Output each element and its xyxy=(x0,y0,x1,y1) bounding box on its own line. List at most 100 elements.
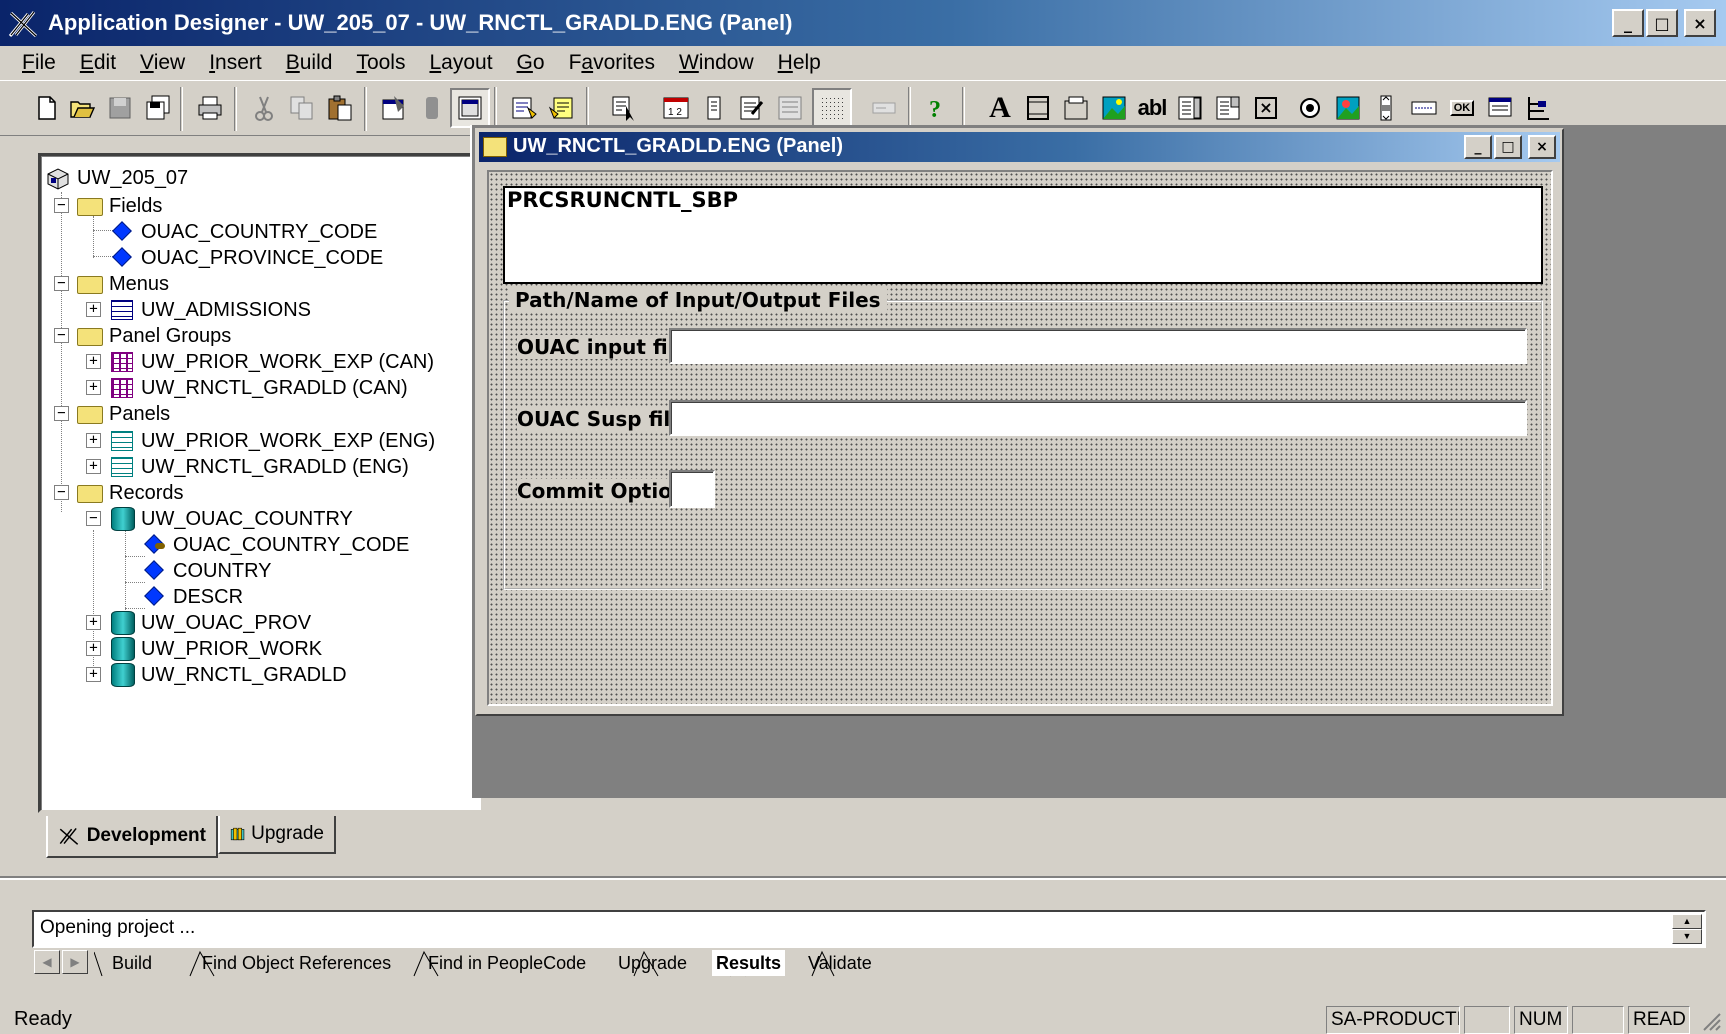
tree-item-record[interactable]: UW_RNCTL_GRADLD xyxy=(109,661,347,689)
output-tab-validate[interactable]: Validate xyxy=(808,950,872,976)
tree-item-field[interactable]: OUAC_PROVINCE_CODE xyxy=(109,244,383,272)
tree-item-record-field-key[interactable]: OUAC_COUNTRY_CODE xyxy=(141,531,409,559)
minimize-button[interactable]: _ xyxy=(1612,9,1644,37)
group-box-tool-button[interactable] xyxy=(1056,88,1096,128)
menu-insert[interactable]: Insert xyxy=(197,51,274,75)
chart-tool-button[interactable] xyxy=(1328,88,1368,128)
output-window[interactable]: Opening project ... ▲ ▼ xyxy=(32,910,1706,948)
test-panel-button[interactable] xyxy=(732,88,772,128)
radio-button-tool-button[interactable] xyxy=(1290,88,1330,128)
tree-folder-panels[interactable]: Panels xyxy=(77,400,170,428)
panel-window-title-bar[interactable]: UW_RNCTL_GRADLD.ENG (Panel) _ □ × xyxy=(479,132,1560,162)
expand-toggle[interactable]: + xyxy=(86,380,101,395)
expand-toggle[interactable]: + xyxy=(86,641,101,656)
scroll-down-icon[interactable]: ▼ xyxy=(1672,929,1702,944)
tree-item-field[interactable]: OUAC_COUNTRY_CODE xyxy=(109,218,377,246)
expand-toggle[interactable]: + xyxy=(86,615,101,630)
help-button[interactable]: ? xyxy=(916,88,956,128)
menu-view[interactable]: View xyxy=(128,51,197,75)
output-tab-find-object-references[interactable]: Find Object References xyxy=(202,950,391,976)
menu-help[interactable]: Help xyxy=(766,51,833,75)
peoplecode-button[interactable] xyxy=(412,88,452,128)
checkbox-tool-button[interactable]: × xyxy=(1246,88,1286,128)
menu-edit[interactable]: Edit xyxy=(68,51,128,75)
secondary-panel-tool-button[interactable] xyxy=(1480,88,1520,128)
collapse-panels-toggle[interactable]: − xyxy=(54,406,69,421)
panel-layout-button[interactable] xyxy=(770,88,810,128)
collapse-record-toggle[interactable]: − xyxy=(86,511,101,526)
expand-toggle[interactable]: + xyxy=(86,302,101,317)
panel-editor-window[interactable]: UW_RNCTL_GRADLD.ENG (Panel) _ □ × PRCSRU… xyxy=(475,128,1564,716)
project-tree[interactable]: UW_205_07 − Fields OUAC_COUNTRY_CODE OUA… xyxy=(38,153,484,813)
close-button[interactable]: × xyxy=(1684,9,1716,37)
output-splitter[interactable] xyxy=(0,876,1726,880)
collapse-panel-groups-toggle[interactable]: − xyxy=(54,328,69,343)
menu-go[interactable]: Go xyxy=(505,51,557,75)
ouac-input-file-field[interactable] xyxy=(669,328,1527,364)
tree-folder-fields[interactable]: Fields xyxy=(77,192,162,220)
new-button[interactable] xyxy=(26,88,66,128)
static-text-tool-button[interactable]: A xyxy=(980,88,1020,128)
tree-folder-menus[interactable]: Menus xyxy=(77,270,169,298)
tree-folder-panel-groups[interactable]: Panel Groups xyxy=(77,322,231,350)
drop-down-tool-button[interactable] xyxy=(1208,88,1248,128)
commit-option-field[interactable] xyxy=(669,470,715,508)
collapse-records-toggle[interactable]: − xyxy=(54,485,69,500)
panel-maximize-button[interactable]: □ xyxy=(1494,135,1522,159)
horizontal-rule-tool-button[interactable] xyxy=(1404,88,1444,128)
field-order-button[interactable] xyxy=(694,88,734,128)
save-button[interactable] xyxy=(100,88,140,128)
tree-item-panel[interactable]: UW_RNCTL_GRADLD (ENG) xyxy=(109,453,409,481)
menu-window[interactable]: Window xyxy=(667,51,766,75)
project-workspace-button[interactable] xyxy=(450,88,490,128)
tree-item-record[interactable]: UW_OUAC_PROV xyxy=(109,609,311,637)
menu-favorites[interactable]: Favorites xyxy=(557,51,667,75)
tree-item-panel[interactable]: UW_PRIOR_WORK_EXP (ENG) xyxy=(109,427,435,455)
ouac-susp-file-field[interactable] xyxy=(669,400,1527,436)
edit-box-tool-button[interactable]: abl xyxy=(1132,88,1172,128)
output-tab-build[interactable]: Build xyxy=(112,950,152,976)
frame-tool-button[interactable] xyxy=(1018,88,1058,128)
expand-toggle[interactable]: + xyxy=(86,459,101,474)
expand-toggle[interactable]: + xyxy=(86,433,101,448)
output-tab-upgrade[interactable]: Upgrade xyxy=(618,950,687,976)
menu-build[interactable]: Build xyxy=(274,51,345,75)
long-edit-tool-button[interactable] xyxy=(1170,88,1210,128)
panel-minimize-button[interactable]: _ xyxy=(1464,135,1492,159)
output-tab-find-in-peoplecode[interactable]: Find in PeopleCode xyxy=(428,950,586,976)
panel-close-button[interactable]: × xyxy=(1528,135,1556,159)
find-in-button[interactable] xyxy=(542,88,582,128)
print-button[interactable] xyxy=(190,88,230,128)
tab-development[interactable]: Development xyxy=(46,816,218,858)
image-tool-button[interactable] xyxy=(1094,88,1134,128)
maximize-button[interactable]: □ xyxy=(1646,9,1678,37)
panel-design-canvas[interactable]: PRCSRUNCNTL_SBP Path/Name of Input/Outpu… xyxy=(487,170,1553,706)
tree-item-menu[interactable]: UW_ADMISSIONS xyxy=(109,296,311,324)
save-all-button[interactable] xyxy=(138,88,178,128)
expand-toggle[interactable]: + xyxy=(86,667,101,682)
tree-item-record-field[interactable]: COUNTRY xyxy=(141,557,272,585)
output-scrollbar[interactable]: ▲ ▼ xyxy=(1672,914,1702,944)
grid-tool-button[interactable] xyxy=(1518,88,1558,128)
scroll-up-icon[interactable]: ▲ xyxy=(1672,914,1702,929)
scroll-bar-tool-button[interactable] xyxy=(1366,88,1406,128)
cut-button[interactable] xyxy=(244,88,284,128)
tree-item-record-field[interactable]: DESCR xyxy=(141,583,243,611)
push-button-tool-button[interactable]: OK xyxy=(1442,88,1482,128)
tree-item-panel-group[interactable]: UW_RNCTL_GRADLD (CAN) xyxy=(109,374,408,402)
tree-item-record[interactable]: UW_OUAC_COUNTRY xyxy=(109,505,353,533)
pointer-tool-button[interactable] xyxy=(604,88,644,128)
tab-upgrade[interactable]: Upgrade xyxy=(218,816,336,854)
align-button[interactable] xyxy=(864,88,904,128)
menu-file[interactable]: File xyxy=(10,51,68,75)
tree-root-project[interactable]: UW_205_07 xyxy=(45,164,188,192)
resize-grip-icon[interactable] xyxy=(1700,1010,1722,1032)
tab-order-button[interactable]: 1 2 xyxy=(656,88,696,128)
tab-scroll-left-icon[interactable]: ◀ xyxy=(34,950,60,974)
tab-scroll-right-icon[interactable]: ▶ xyxy=(62,950,88,974)
grid-toggle-button[interactable] xyxy=(812,88,852,128)
tree-item-record[interactable]: UW_PRIOR_WORK xyxy=(109,635,322,663)
subpanel-control[interactable]: PRCSRUNCNTL_SBP xyxy=(503,186,1543,284)
collapse-fields-toggle[interactable]: − xyxy=(54,198,69,213)
expand-toggle[interactable]: + xyxy=(86,354,101,369)
